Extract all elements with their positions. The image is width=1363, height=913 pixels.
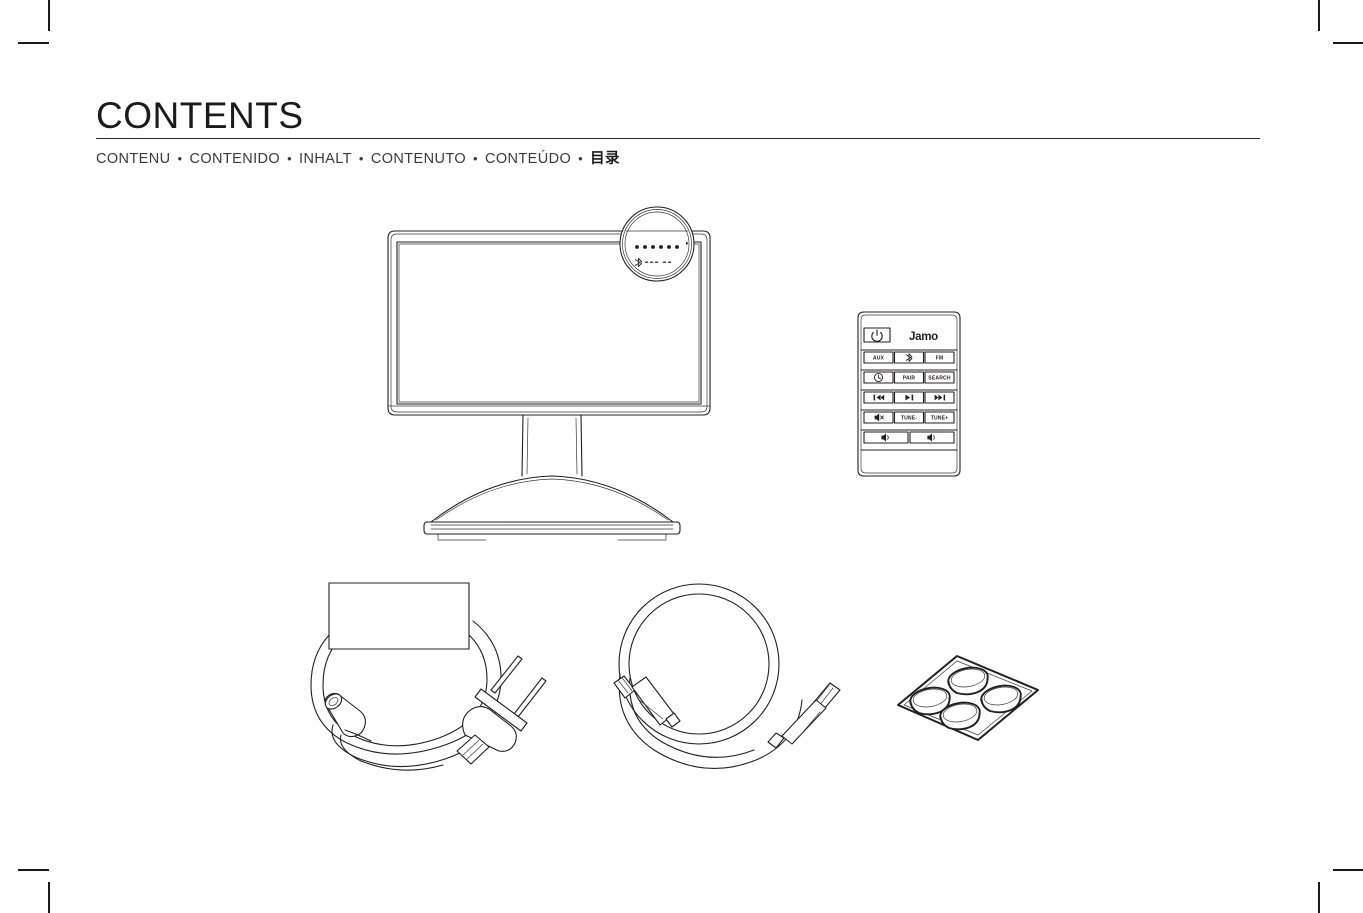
- crop-mark-top-left-horizontal: [18, 42, 49, 44]
- jamo-logo: Jamo: [909, 331, 938, 343]
- title-divider: [96, 138, 1260, 140]
- crop-mark-bottom-right-vertical: [1318, 882, 1320, 913]
- translation-it: CONTENUTO: [370, 151, 467, 168]
- translation-de: INHALT: [299, 151, 352, 168]
- tune-up-label: TUNE+: [931, 416, 949, 422]
- crop-mark-top-right-vertical: [1318, 0, 1320, 31]
- aux-jack-right: [767, 682, 841, 749]
- ac-power-plug: [456, 655, 547, 765]
- aux-label: AUX: [873, 356, 885, 362]
- tune-down-label: TUNE-: [901, 416, 917, 422]
- page-title: CONTENTS: [96, 95, 304, 136]
- crop-mark-top-left-vertical: [48, 0, 50, 31]
- crop-mark-bottom-right-horizontal: [1333, 869, 1363, 871]
- dc-barrel-connector: [324, 692, 372, 742]
- translation-fr: CONTENU: [96, 151, 171, 168]
- separator-bullet: •: [578, 151, 584, 167]
- power-cable-illustration: [305, 575, 585, 800]
- cable-label-box: [328, 582, 470, 650]
- page-header: CONTENTS CONTENU • CONTENIDO • INHALT • CONTEN…: [96, 96, 1260, 168]
- pair-label: PAIR: [903, 376, 916, 382]
- translation-pt: CONTEÚDO: [484, 151, 572, 168]
- rubber-feet-illustration: [888, 648, 1048, 750]
- separator-bullet: •: [473, 151, 478, 167]
- search-label: SEARCH: [928, 376, 951, 382]
- remote-control-illustration: Jamo AUX FM PAIR SEARCH TUNE- TUNE+: [850, 308, 968, 480]
- crop-mark-top-right-horizontal: [1333, 42, 1363, 44]
- manual-contents-page: CONTENTS CONTENU • CONTENIDO • INHALT • CONTEN…: [0, 0, 1363, 913]
- crop-mark-bottom-left-horizontal: [18, 869, 49, 871]
- aux-jack-left: [613, 675, 681, 728]
- translation-zh: 目录: [590, 151, 620, 168]
- separator-bullet: •: [177, 151, 183, 167]
- fm-label: FM: [936, 356, 944, 362]
- crop-mark-bottom-left-vertical: [48, 882, 50, 913]
- aux-cable-illustration: [608, 578, 858, 783]
- translations-list: CONTENU • CONTENIDO • INHALT • CONTENUTO • CONTE…: [96, 147, 1260, 168]
- soundbar-illustration: [376, 200, 722, 545]
- translation-es: CONTENIDO: [189, 151, 281, 168]
- separator-bullet: •: [358, 151, 364, 167]
- separator-bullet: •: [287, 151, 293, 167]
